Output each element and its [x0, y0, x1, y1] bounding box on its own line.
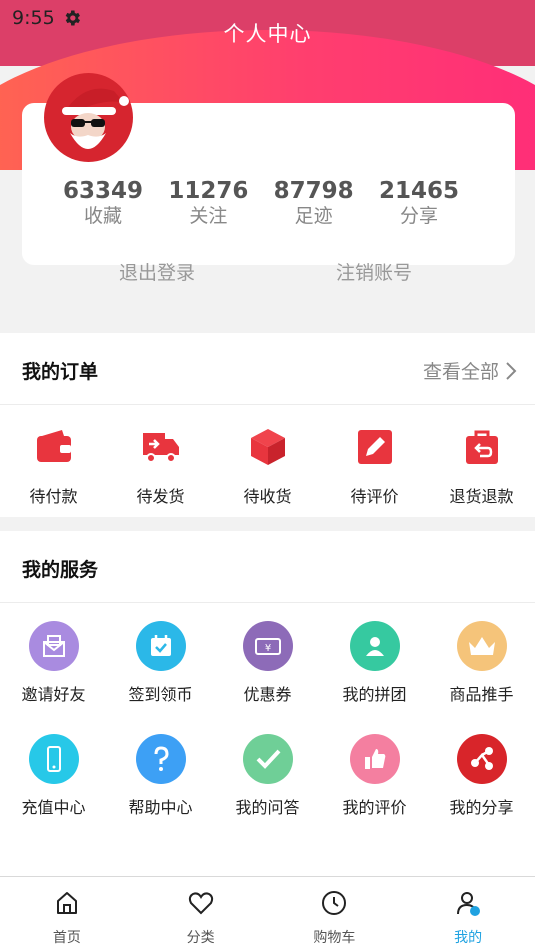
stat-following[interactable]: 11276 关注 — [156, 178, 260, 228]
see-all-label: 查看全部 — [422, 361, 499, 383]
chevron-right-icon — [506, 361, 517, 380]
heart-icon — [188, 892, 213, 915]
edit-icon — [357, 430, 392, 464]
order-item-label: 退货退款 — [449, 487, 514, 506]
phone-icon — [28, 734, 79, 784]
order-item-label: 待付款 — [29, 487, 78, 506]
wallet-icon — [36, 430, 71, 462]
services-title: 我的服务 — [22, 559, 99, 581]
stat-label: 足迹 — [294, 205, 333, 227]
logout-link[interactable]: 退出登录 — [119, 258, 195, 285]
orders-section: 我的订单 查看全部 待付款 待发货 待收货 待评价 退货退款 — [0, 333, 535, 517]
stat-value: 87798 — [273, 178, 354, 204]
service-label: 我的分享 — [449, 798, 514, 817]
order-item-label: 待发货 — [136, 487, 185, 506]
service-help-center[interactable]: 帮助中心 — [107, 734, 214, 847]
tab-cart[interactable]: 购物车 — [268, 877, 402, 951]
calendar-check-icon — [135, 621, 186, 671]
services-section: 我的服务 邀请好友 签到领币 ¥ 优惠券 我的拼团 商品推手 充值中心 帮助中心… — [0, 531, 535, 876]
order-item-label: 待收货 — [243, 487, 292, 506]
orders-header: 我的订单 查看全部 — [0, 333, 535, 405]
tab-label: 购物车 — [313, 930, 356, 946]
stat-value: 11276 — [168, 178, 249, 204]
services-header: 我的服务 — [0, 531, 535, 603]
svg-text:¥: ¥ — [264, 643, 270, 654]
service-label: 签到领币 — [128, 685, 193, 704]
stat-shares[interactable]: 21465 分享 — [367, 178, 471, 228]
crown-icon — [456, 621, 507, 671]
stat-label: 关注 — [189, 205, 228, 227]
stat-value: 21465 — [378, 178, 459, 204]
service-recharge-center[interactable]: 充值中心 — [0, 734, 107, 847]
service-label: 邀请好友 — [21, 685, 86, 704]
service-invite-friends[interactable]: 邀请好友 — [0, 621, 107, 734]
service-my-reviews[interactable]: 我的评价 — [321, 734, 428, 847]
service-label: 我的问答 — [235, 798, 300, 817]
order-pending-receipt[interactable]: 待收货 — [214, 427, 321, 517]
stat-label: 收藏 — [83, 205, 122, 227]
order-pending-payment[interactable]: 待付款 — [0, 427, 107, 517]
stat-footprints[interactable]: 87798 足迹 — [262, 178, 366, 228]
service-group-buy[interactable]: 我的拼团 — [321, 621, 428, 734]
order-pending-shipment[interactable]: 待发货 — [107, 427, 214, 517]
bottom-tabbar: 首页 分类 购物车 我的 — [0, 876, 535, 951]
group-user-icon — [349, 621, 400, 671]
box-icon — [250, 429, 285, 465]
service-label: 我的评价 — [342, 798, 407, 817]
tab-label: 分类 — [186, 930, 215, 946]
service-label: 商品推手 — [449, 685, 514, 704]
home-icon — [56, 892, 77, 914]
coupon-icon: ¥ — [242, 621, 293, 671]
avatar[interactable] — [44, 73, 133, 162]
order-status-row: 待付款 待发货 待收货 待评价 退货退款 — [0, 405, 535, 517]
profile-stats: 63349 收藏 11276 关注 87798 足迹 21465 分享 — [51, 178, 471, 228]
user-icon — [457, 892, 481, 916]
check-icon — [242, 734, 293, 784]
tab-category[interactable]: 分类 — [134, 877, 268, 951]
see-all-orders-link[interactable]: 查看全部 — [423, 357, 517, 384]
clock-icon — [322, 891, 347, 915]
service-label: 帮助中心 — [128, 798, 193, 817]
invite-icon — [28, 621, 79, 671]
service-coupons[interactable]: ¥ 优惠券 — [214, 621, 321, 734]
services-grid: 邀请好友 签到领币 ¥ 优惠券 我的拼团 商品推手 充值中心 帮助中心 我的问答… — [0, 603, 535, 847]
stat-favorites[interactable]: 63349 收藏 — [51, 178, 155, 228]
service-label: 我的拼团 — [342, 685, 407, 704]
service-my-shares[interactable]: 我的分享 — [428, 734, 535, 847]
stat-label: 分享 — [399, 205, 438, 227]
service-label: 优惠券 — [243, 685, 292, 704]
service-product-promoter[interactable]: 商品推手 — [428, 621, 535, 734]
order-returns-refunds[interactable]: 退货退款 — [428, 427, 535, 517]
tab-label: 首页 — [52, 930, 81, 946]
order-item-label: 待评价 — [350, 487, 399, 506]
service-check-in-coins[interactable]: 签到领币 — [107, 621, 214, 734]
share-icon — [456, 734, 507, 784]
deactivate-account-link[interactable]: 注销账号 — [336, 258, 412, 285]
tab-home[interactable]: 首页 — [0, 877, 134, 951]
stat-value: 63349 — [62, 178, 144, 204]
service-label: 充值中心 — [21, 798, 86, 817]
return-bag-icon — [465, 430, 498, 464]
service-my-qa[interactable]: 我的问答 — [214, 734, 321, 847]
tab-mine[interactable]: 我的 — [401, 877, 535, 951]
truck-icon — [142, 433, 179, 463]
page-title: 个人中心 — [223, 22, 312, 46]
orders-title: 我的订单 — [22, 361, 99, 383]
question-icon — [135, 734, 186, 784]
thumbs-up-icon — [349, 734, 400, 784]
tab-label: 我的 — [454, 930, 483, 946]
order-pending-review[interactable]: 待评价 — [321, 427, 428, 517]
